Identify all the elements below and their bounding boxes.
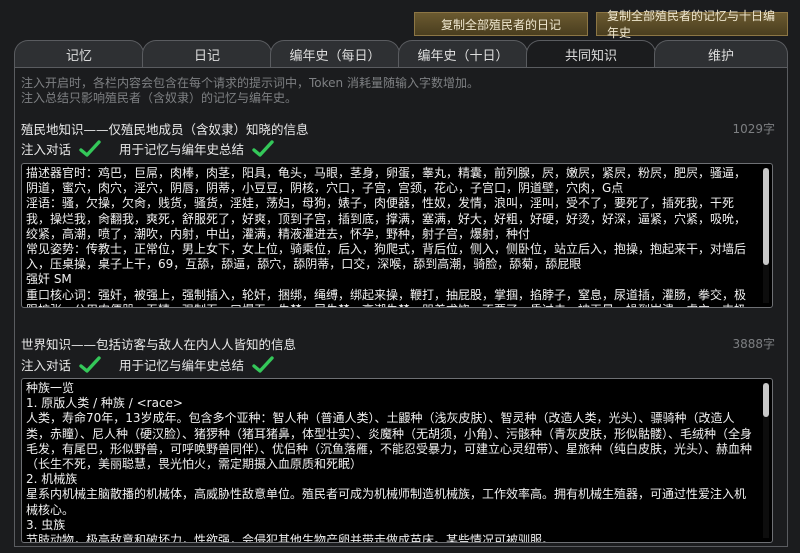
injection-note-line-1: 注入开启时，各栏内容会包含在每个请求的提示词中，Token 消耗量随输入字数增加… (21, 76, 479, 90)
tab-chronicle-daily[interactable]: 编年史（每日） (270, 40, 400, 68)
colony-knowledge-text: 描述器官时：鸡巴，巨屌，肉棒，肉茎，阳具，龟头，马眼，茎身，卵蛋，睾丸，精囊，前… (26, 166, 747, 307)
checkmark-icon (79, 355, 101, 373)
colony-knowledge-title: 殖民地知识——仅殖民地成员（含奴隶）知晓的信息 (21, 122, 309, 137)
world-inject-dialog-toggle[interactable]: 注入对话 (21, 355, 101, 374)
tab-bar: 记忆 日记 编年史（每日） 编年史（十日） 共同知识 维护 (14, 40, 788, 68)
tab-chronicle-ten-day[interactable]: 编年史（十日） (398, 40, 528, 68)
colony-knowledge-textarea[interactable]: 描述器官时：鸡巴，巨屌，肉棒，肉茎，阳具，龟头，马眼，茎身，卵蛋，睾丸，精囊，前… (21, 163, 773, 308)
checkmark-icon (79, 139, 101, 157)
tab-memory[interactable]: 记忆 (14, 40, 144, 68)
common-knowledge-panel: 注入开启时，各栏内容会包含在每个请求的提示词中，Token 消耗量随输入字数增加… (14, 67, 788, 547)
tab-maintenance[interactable]: 维护 (654, 40, 788, 68)
copy-colonists-diary-button[interactable]: 复制全部殖民者的日记 (414, 12, 588, 36)
world-knowledge-scrollbar[interactable] (763, 383, 769, 538)
copy-colonists-memory-chronicle-button[interactable]: 复制全部殖民者的记忆与十日编年史 (596, 9, 788, 40)
world-knowledge-title: 世界知识——包括访客与敌人在内人人皆知的信息 (21, 337, 297, 352)
world-knowledge-options: 注入对话 用于记忆与编年史总结 (21, 355, 292, 374)
injection-note-line-2: 注入总结只影响殖民者（含奴隶）的记忆与编年史。 (21, 91, 298, 105)
scrollbar-thumb[interactable] (763, 168, 769, 266)
checkmark-icon (252, 355, 274, 373)
injection-note: 注入开启时，各栏内容会包含在每个请求的提示词中，Token 消耗量随输入字数增加… (21, 76, 479, 106)
world-inject-summary-label: 用于记忆与编年史总结 (119, 358, 245, 373)
colony-knowledge-char-count: 1029字 (732, 122, 775, 136)
colony-inject-dialog-toggle[interactable]: 注入对话 (21, 139, 101, 158)
colony-inject-dialog-label: 注入对话 (21, 142, 72, 157)
scrollbar-thumb[interactable] (763, 383, 769, 418)
checkmark-icon (252, 139, 274, 157)
tab-diary[interactable]: 日记 (142, 40, 272, 68)
tab-common-knowledge[interactable]: 共同知识 (526, 40, 656, 68)
world-inject-summary-toggle[interactable]: 用于记忆与编年史总结 (119, 355, 274, 374)
world-knowledge-text: 种族一览 1. 原版人类 / 种族 / <race> 人类，寿命70年，13岁成… (26, 381, 753, 542)
world-knowledge-textarea[interactable]: 种族一览 1. 原版人类 / 种族 / <race> 人类，寿命70年，13岁成… (21, 378, 773, 543)
colony-knowledge-options: 注入对话 用于记忆与编年史总结 (21, 139, 292, 158)
colony-knowledge-scrollbar[interactable] (763, 168, 769, 303)
world-inject-dialog-label: 注入对话 (21, 358, 72, 373)
colony-inject-summary-toggle[interactable]: 用于记忆与编年史总结 (119, 139, 274, 158)
world-knowledge-char-count: 3888字 (732, 337, 775, 351)
colony-inject-summary-label: 用于记忆与编年史总结 (119, 142, 245, 157)
top-toolbar: 复制全部殖民者的日记 复制全部殖民者的记忆与十日编年史 (414, 9, 788, 40)
